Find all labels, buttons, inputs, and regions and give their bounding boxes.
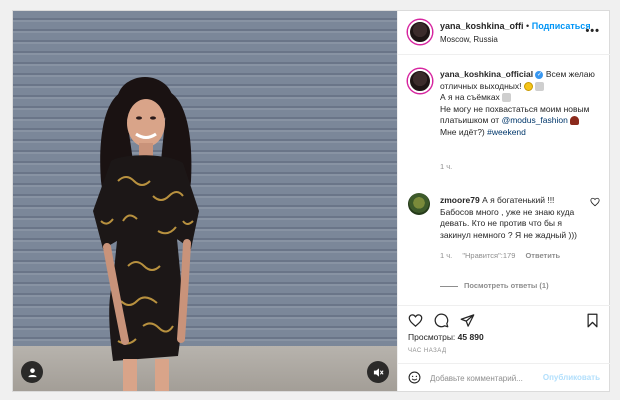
view-replies-button[interactable]: Посмотреть ответы (1) — [440, 281, 549, 290]
rose-emoji-icon — [570, 116, 580, 126]
caption-line-4: Мне идёт?) — [440, 126, 485, 137]
mute-button[interactable] — [367, 361, 389, 383]
clapperboard-emoji-icon — [502, 93, 512, 103]
caption-line-2: А я на съёмках — [440, 92, 500, 102]
caption-timestamp[interactable]: 1 ч. — [440, 162, 452, 171]
hashtag-link[interactable]: #weekend — [487, 127, 526, 137]
share-paper-plane-icon[interactable] — [460, 313, 475, 328]
separator-dot: • — [526, 21, 530, 31]
views-label: Просмотры: — [408, 332, 456, 342]
caption-author-avatar[interactable] — [408, 69, 432, 93]
add-comment-bar: Опубликовать — [398, 363, 610, 391]
woman-figure — [93, 77, 199, 391]
comment-likes-count[interactable]: "Нравится":179 — [462, 251, 515, 260]
post-dialog: yana_koshkina_offi • Подписаться Moscow,… — [12, 10, 610, 392]
follow-button[interactable]: Подписаться — [532, 21, 591, 31]
comment-input[interactable] — [430, 370, 558, 386]
author-username[interactable]: yana_koshkina_offi — [440, 21, 524, 31]
comment-text: zmoore79 А я богатенький !!! Бабосов мно… — [440, 195, 580, 241]
comment-like-heart-icon[interactable] — [590, 197, 600, 207]
more-options-button[interactable]: ••• — [585, 25, 600, 37]
smiley-emoji-icon — [523, 81, 533, 91]
emoji-smiley-icon[interactable] — [408, 371, 421, 384]
user-icon — [27, 367, 37, 377]
views-value: 45 890 — [457, 332, 484, 342]
post-media[interactable] — [13, 11, 397, 391]
reply-button[interactable]: Ответить — [525, 251, 560, 260]
post-header: yana_koshkina_offi • Подписаться Moscow,… — [398, 11, 610, 55]
publish-button[interactable]: Опубликовать — [543, 373, 600, 382]
emoji-icon — [535, 81, 545, 91]
commenter-avatar[interactable] — [408, 193, 430, 215]
user-tags-button[interactable] — [21, 361, 43, 383]
post-location[interactable]: Moscow, Russia — [440, 35, 498, 44]
comments-area[interactable]: yana_koshkina_official ✓ Всем желаю отли… — [398, 55, 610, 305]
comment-timestamp[interactable]: 1 ч. — [440, 251, 452, 260]
action-bar — [398, 305, 610, 333]
views-count[interactable]: Просмотры: 45 890 — [408, 332, 484, 342]
caption-username[interactable]: yana_koshkina_official — [440, 69, 533, 79]
author-line: yana_koshkina_offi • Подписаться — [440, 21, 591, 31]
post-caption: yana_koshkina_official ✓ Всем желаю отли… — [440, 69, 600, 138]
post-age[interactable]: ЧАС НАЗАД — [408, 348, 447, 354]
comment-meta: 1 ч. "Нравится":179 Ответить — [440, 251, 568, 260]
verified-badge-icon: ✓ — [535, 70, 544, 79]
bookmark-icon[interactable] — [585, 313, 600, 328]
heart-icon[interactable] — [408, 313, 423, 328]
mention-link[interactable]: @modus_fashion — [502, 115, 568, 125]
speaker-muted-icon — [373, 367, 384, 377]
author-avatar[interactable] — [408, 20, 432, 44]
commenter-username[interactable]: zmoore79 — [440, 195, 480, 205]
comment-bubble-icon[interactable] — [434, 313, 449, 328]
post-details-panel: yana_koshkina_offi • Подписаться Moscow,… — [397, 11, 610, 391]
